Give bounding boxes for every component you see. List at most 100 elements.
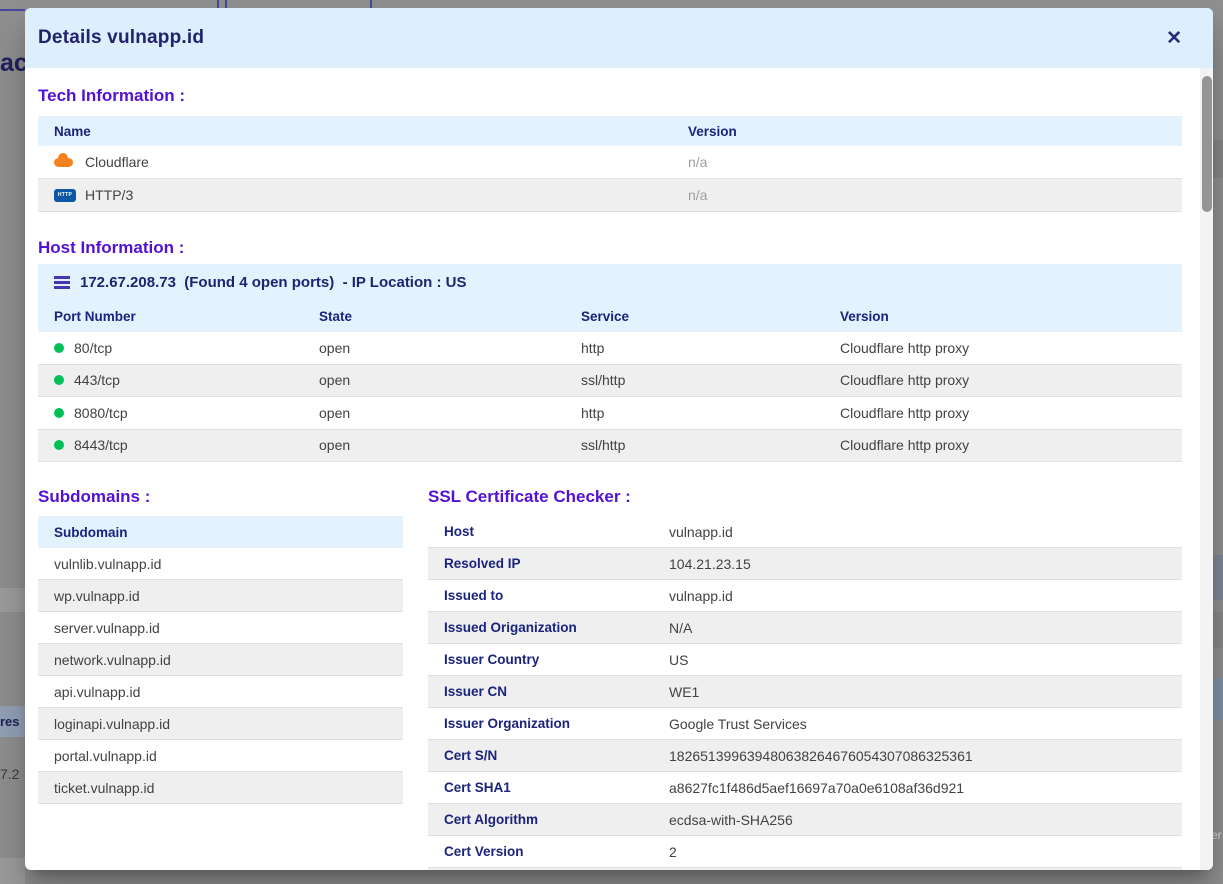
close-icon[interactable]: ✕ [1164,27,1184,50]
tech-row: HTTP/3 n/a [38,179,1182,212]
bottom-columns: Subdomains : Subdomain vulnlib.vulnapp.i… [38,487,1182,870]
tech-row: Cloudflare n/a [38,146,1182,179]
ssl-partial-next-row [428,868,1182,870]
ssl-field-label: Resolved IP [428,548,669,579]
ssl-row: Host vulnapp.id [428,516,1182,548]
open-port-dot-icon [54,343,64,353]
subdomain-row: network.vulnapp.id [38,644,403,676]
port-number: 443/tcp [74,372,120,388]
port-version: Cloudflare http proxy [840,365,1182,397]
ssl-field-value: WE1 [669,676,1182,707]
subdomain-value: ticket.vulnapp.id [38,772,403,803]
subdomain-row: loginapi.vulnapp.id [38,708,403,740]
subdomain-row: ticket.vulnapp.id [38,772,403,804]
subdomain-value: wp.vulnapp.id [38,580,403,611]
background-band [1213,678,1223,720]
cloudflare-icon [54,158,76,167]
host-table-header: Port Number State Service Version [38,300,1182,332]
port-state: open [319,365,581,397]
port-state: open [319,397,581,429]
modal-body: Tech Information : Name Version Cloudfla… [25,86,1213,870]
port-version: Cloudflare http proxy [840,430,1182,462]
open-port-dot-icon [54,408,64,418]
host-information-heading: Host Information : [38,238,1182,258]
ssl-field-value: a8627fc1f486d5aef16697a70a0e6108af36d921 [669,772,1182,803]
background-band [1213,555,1223,600]
port-state: open [319,430,581,462]
ssl-row: Issuer Country US [428,644,1182,676]
port-service: ssl/http [581,365,840,397]
http3-badge-icon [54,189,76,202]
subdomain-value: network.vulnapp.id [38,644,403,675]
host-table: 172.67.208.73 (Found 4 open ports) - IP … [38,264,1182,462]
ssl-field-label: Issuer Organization [428,708,669,739]
ssl-row: Issuer Organization Google Trust Service… [428,708,1182,740]
ssl-field-label: Cert Algorithm [428,804,669,835]
tech-version: n/a [688,179,1182,211]
background-band [0,588,25,612]
ssl-table: Host vulnapp.id Resolved IP 104.21.23.15… [428,516,1182,870]
ssl-field-label: Cert S/N [428,740,669,771]
port-number: 8080/tcp [74,405,128,421]
open-port-dot-icon [54,440,64,450]
subdomain-table-header: Subdomain [38,516,403,548]
subdomain-value: server.vulnapp.id [38,612,403,643]
background-band [0,858,25,884]
modal-title: Details vulnapp.id [38,27,204,49]
tech-col-version: Version [688,116,1182,146]
ssl-certificate-section: SSL Certificate Checker : Host vulnapp.i… [428,487,1182,870]
subdomain-row: wp.vulnapp.id [38,580,403,612]
ssl-field-label: Cert Version [428,836,669,867]
ssl-field-value: vulnapp.id [669,580,1182,611]
subdomain-row: server.vulnapp.id [38,612,403,644]
host-col-version: Version [840,300,1182,332]
background-band [1213,612,1223,648]
subdomain-value: loginapi.vulnapp.id [38,708,403,739]
background-heading-fragment: ac [0,49,28,78]
ssl-row: Issued Origanization N/A [428,612,1182,644]
host-table-body: 80/tcp open http Cloudflare http proxy 4… [38,332,1182,462]
server-stack-icon [54,276,70,289]
tech-table-body: Cloudflare n/a HTTP/3 n/a [38,146,1182,212]
subdomain-value: vulnlib.vulnapp.id [38,548,403,579]
ssl-field-value: 2 [669,836,1182,867]
ssl-row: Cert SHA1 a8627fc1f486d5aef16697a70a0e61… [428,772,1182,804]
tech-information-heading: Tech Information : [38,86,1182,106]
host-ip-row: 172.67.208.73 (Found 4 open ports) - IP … [38,264,1182,300]
subdomain-table-body: vulnlib.vulnapp.id wp.vulnapp.id server.… [38,548,403,804]
ssl-field-value: vulnapp.id [669,516,1182,547]
port-number: 80/tcp [74,340,112,356]
background-tab-underline [0,9,25,11]
ssl-field-label: Issued Origanization [428,612,669,643]
port-state: open [319,332,581,364]
port-number: 8443/tcp [74,437,128,453]
port-service: http [581,332,840,364]
ssl-row: Issuer CN WE1 [428,676,1182,708]
ssl-field-value: Google Trust Services [669,708,1182,739]
ssl-field-label: Cert SHA1 [428,772,669,803]
ssl-field-value: 104.21.23.15 [669,548,1182,579]
tech-version: n/a [688,146,1182,178]
subdomain-value: portal.vulnapp.id [38,740,403,771]
tech-col-name: Name [38,116,688,146]
port-row: 8080/tcp open http Cloudflare http proxy [38,397,1182,430]
subdomain-value: api.vulnapp.id [38,676,403,707]
ssl-field-value: US [669,644,1182,675]
port-row: 443/tcp open ssl/http Cloudflare http pr… [38,365,1182,398]
modal-scrollbar-thumb[interactable] [1202,76,1212,212]
ssl-row: Resolved IP 104.21.23.15 [428,548,1182,580]
host-ip-summary: 172.67.208.73 (Found 4 open ports) - IP … [80,274,466,291]
ssl-row: Cert S/N 1826513996394806382646760543070… [428,740,1182,772]
ssl-row: Cert Version 2 [428,836,1182,868]
ssl-row: Issued to vulnapp.id [428,580,1182,612]
host-col-port: Port Number [38,300,319,332]
port-service: http [581,397,840,429]
host-col-service: Service [581,300,840,332]
host-col-state: State [319,300,581,332]
tech-table-header: Name Version [38,116,1182,146]
subdomain-row: portal.vulnapp.id [38,740,403,772]
background-band [1213,140,1223,178]
tech-table: Name Version Cloudflare n/a [38,116,1182,212]
modal-scrollbar-track[interactable] [1200,68,1213,870]
ssl-field-label: Issued to [428,580,669,611]
